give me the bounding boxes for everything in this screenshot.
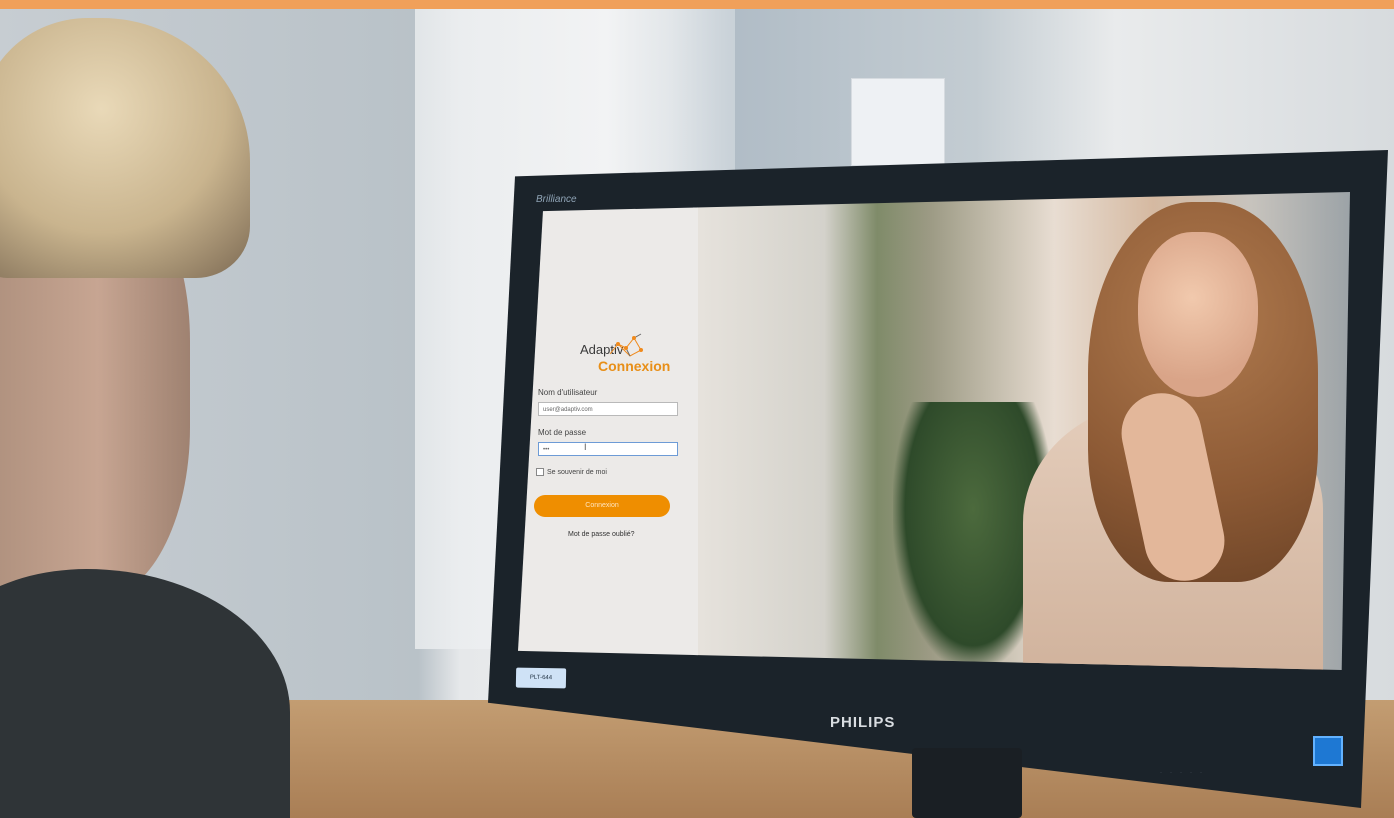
login-button[interactable]: Connexion [534,495,670,517]
username-label: Nom d'utilisateur [538,388,598,397]
monitor-brand-text: Brilliance [536,194,577,205]
forgot-password-link[interactable]: Mot de passe oublié? [568,531,635,538]
monitor-stand [912,748,1022,818]
viewer-person [0,9,320,818]
background-photo [693,192,1350,670]
monitor-logo: PHILIPS [830,714,896,731]
password-label: Mot de passe [538,428,587,437]
login-title: Connexion [598,358,671,374]
asset-tag-sticker: PLT-644 [515,667,567,689]
wall-poster [851,78,945,166]
network-logo-icon [609,333,643,357]
viewer-shirt [0,569,290,818]
password-input[interactable]: ••• [538,442,678,456]
monitor-control-buttons: ····· [1160,770,1210,776]
remember-label: Se souvenir de moi [547,468,607,476]
remember-checkbox[interactable] [536,468,544,476]
username-input[interactable]: user@adaptiv.com [538,402,678,416]
viewer-hair [0,18,250,278]
monitor-brand-label: Brilliance [536,194,577,205]
power-indicator-icon [1313,736,1343,766]
remember-me[interactable]: Se souvenir de moi [536,468,607,476]
photo-woman-face [1138,232,1258,397]
monitor-screen: Adaptiv Connexion Nom d'utilisateur user… [518,192,1350,670]
top-accent-bar [0,0,1394,9]
scene: Brilliance Adaptiv Connexion Nom d'utili… [0,0,1394,818]
text-cursor-icon: I [584,442,587,452]
login-panel: Adaptiv Connexion Nom d'utilisateur user… [518,192,698,670]
